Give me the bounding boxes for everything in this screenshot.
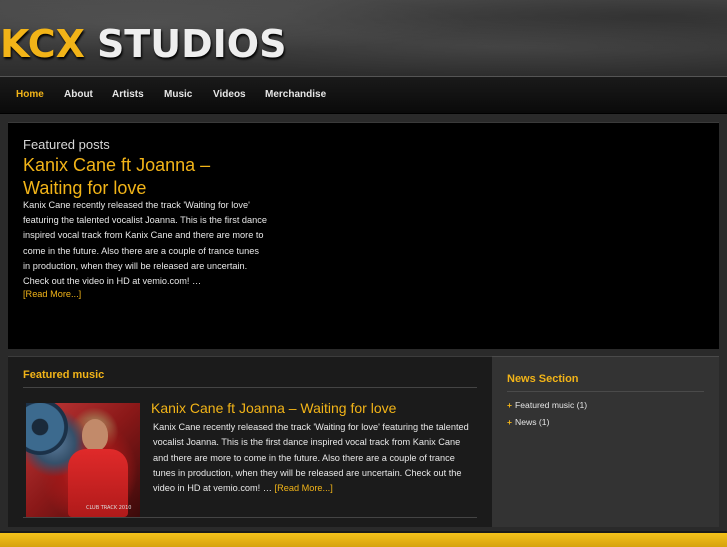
featured-posts-label: Featured posts	[23, 137, 110, 152]
logo-studios: STUDIOS	[96, 22, 287, 66]
vinyl-disc-graphic	[26, 403, 68, 455]
category-count: (1)	[576, 400, 588, 410]
divider	[23, 387, 477, 388]
category-link-featured-music[interactable]: Featured music	[515, 400, 574, 410]
featured-post-read-more-link[interactable]: [Read More...]	[23, 289, 81, 299]
featured-post-excerpt: Kanix Cane recently released the track '…	[23, 200, 267, 287]
featured-music-title[interactable]: Kanix Cane ft Joanna – Waiting for love	[151, 400, 396, 416]
artist-head-graphic	[82, 419, 108, 451]
plus-bullet-icon: +	[507, 417, 513, 427]
divider	[23, 517, 477, 518]
category-link-news[interactable]: News	[515, 417, 537, 427]
nav-item-merchandise[interactable]: Merchandise	[265, 77, 326, 113]
nav-item-home[interactable]: Home	[16, 77, 44, 113]
nav-item-music[interactable]: Music	[164, 77, 192, 113]
news-category-list: + Featured music (1) + News (1)	[507, 397, 587, 431]
news-sidebar: News Section + Featured music (1) + News (…	[492, 356, 719, 527]
news-section-heading: News Section	[507, 373, 579, 385]
main-nav: Home About Artists Music Videos Merchand…	[0, 76, 727, 114]
featured-posts-panel: Featured posts Kanix Cane ft Joanna – Wa…	[8, 122, 719, 349]
nav-item-about[interactable]: About	[64, 77, 93, 113]
logo-kcx: KCX	[0, 22, 85, 66]
featured-music-read-more-link[interactable]: [Read More...]	[275, 483, 333, 493]
featured-music-heading: Featured music	[23, 369, 105, 381]
plus-bullet-icon: +	[507, 400, 513, 410]
nav-item-artists[interactable]: Artists	[112, 77, 144, 113]
featured-post-title[interactable]: Kanix Cane ft Joanna – Waiting for love	[23, 154, 263, 200]
featured-music-excerpt: Kanix Cane recently released the track '…	[153, 420, 478, 496]
featured-music-panel: Featured music CLUB TRACK 2010 Kanix Can…	[8, 356, 492, 527]
site-header: KCX STUDIOS	[0, 0, 727, 78]
category-count: (1)	[538, 417, 550, 427]
news-category-item: + News (1)	[507, 414, 587, 431]
divider	[507, 391, 704, 392]
featured-music-thumbnail[interactable]: CLUB TRACK 2010	[26, 403, 140, 517]
nav-item-videos[interactable]: Videos	[213, 77, 246, 113]
thumbnail-caption: CLUB TRACK 2010	[86, 505, 132, 511]
news-category-item: + Featured music (1)	[507, 397, 587, 414]
site-logo[interactable]: KCX STUDIOS	[0, 22, 286, 66]
